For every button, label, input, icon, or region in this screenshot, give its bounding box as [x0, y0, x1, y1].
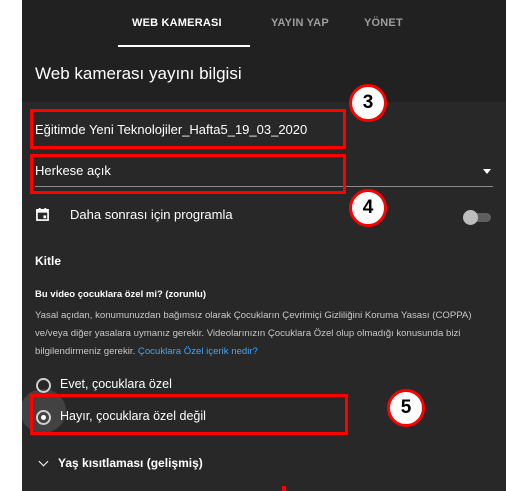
age-restriction-expander[interactable]: Yaş kısıtlaması (gelişmiş): [38, 455, 300, 477]
tab-manage[interactable]: YÖNET: [364, 17, 403, 29]
made-for-kids-help-link[interactable]: Çocuklara Özel içerik nedir?: [138, 346, 258, 357]
annotation-box-not-for-kids: [30, 394, 348, 435]
schedule-label: Daha sonrası için programla: [70, 207, 233, 222]
radio-label-yes: Evet, çocuklara özel: [60, 377, 172, 391]
made-for-kids-question: Bu video çocuklara özel mi? (zorunlu): [35, 289, 207, 300]
annotation-number-3: 3: [349, 84, 387, 122]
annotation-box-title: [30, 109, 346, 149]
annotation-box-visibility: [30, 154, 346, 194]
age-restriction-label: Yaş kısıtlaması (gelişmiş): [58, 456, 203, 470]
annotation-red-mark: [282, 486, 286, 491]
top-tab-bar: WEB KAMERASI YAYIN YAP YÖNET: [22, 0, 506, 50]
annotation-number-4: 4: [349, 189, 387, 227]
page-title: Web kamerası yayını bilgisi: [35, 64, 242, 83]
radio-button-unchecked[interactable]: [36, 378, 51, 393]
tab-webcam[interactable]: WEB KAMERASI: [132, 17, 222, 29]
dropdown-caret-icon: [483, 169, 491, 174]
tab-go-live[interactable]: YAYIN YAP: [271, 17, 329, 29]
chevron-down-icon: [38, 456, 49, 467]
active-tab-indicator: [118, 45, 250, 47]
coppa-explanation: Yasal açıdan, konumunuzdan bağımsız olar…: [35, 307, 497, 361]
schedule-toggle[interactable]: [463, 210, 493, 225]
toggle-knob: [463, 210, 478, 225]
annotation-number-5: 5: [387, 389, 425, 427]
schedule-row: Daha sonrası için programla: [35, 205, 495, 229]
audience-section-title: Kitle: [35, 254, 62, 268]
calendar-icon: [36, 208, 49, 221]
